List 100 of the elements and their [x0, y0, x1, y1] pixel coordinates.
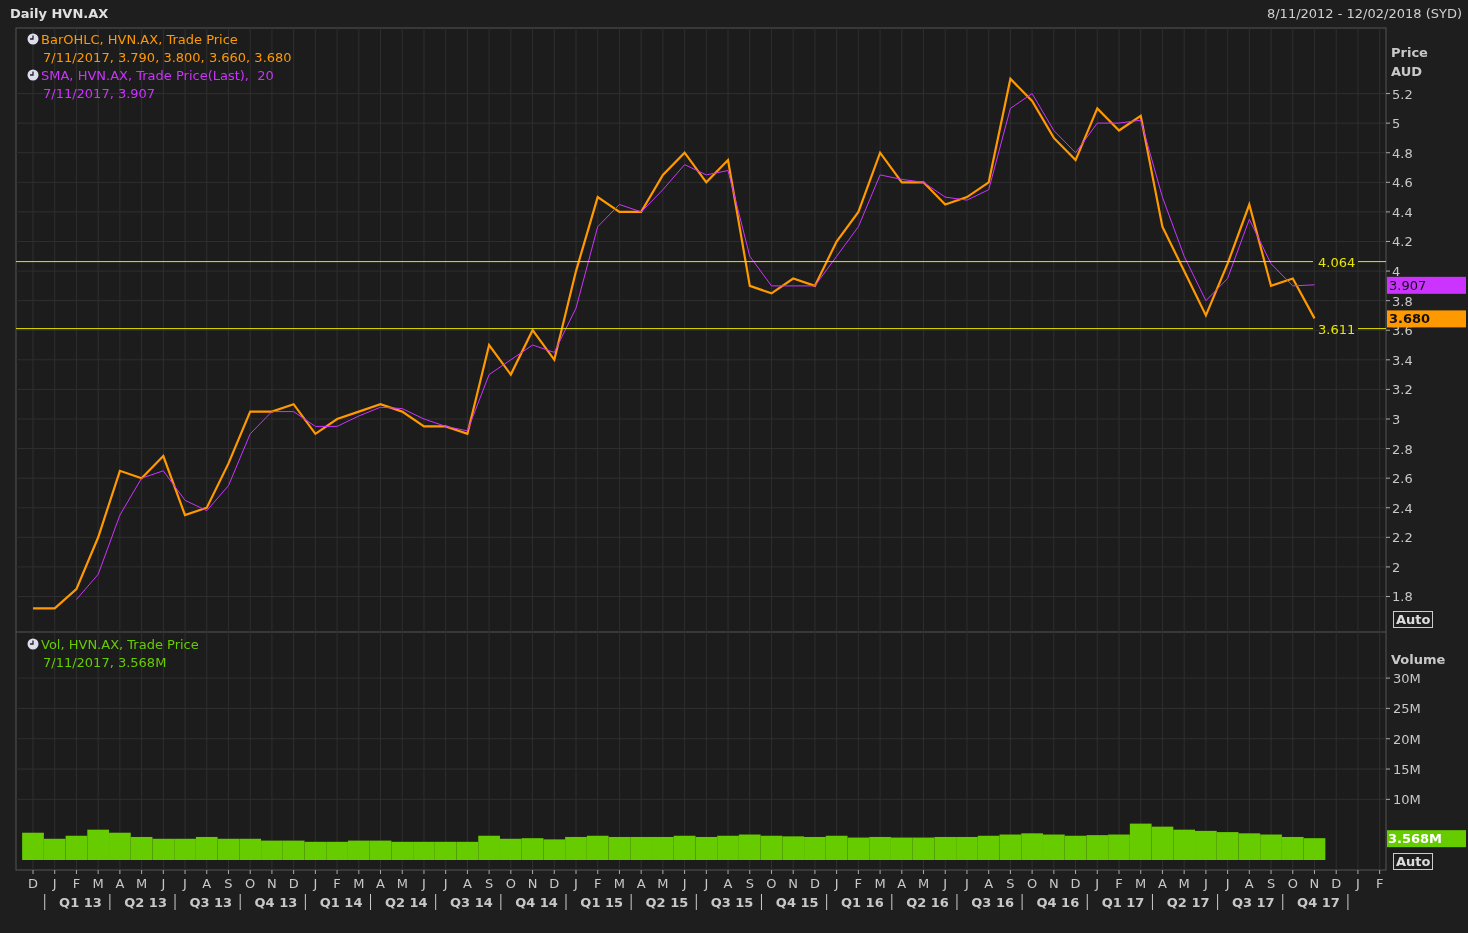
last-value-tag: 3.680: [1387, 310, 1466, 328]
month-label: D: [809, 876, 820, 891]
legend-title: Vol, HVN.AX, Trade Price: [41, 636, 199, 654]
month-label: J: [943, 876, 948, 891]
month-label: F: [854, 876, 863, 891]
month-label: A: [462, 876, 472, 891]
month-label: S: [1006, 876, 1015, 891]
legend-title: SMA, HVN.AX, Trade Price(Last), 20: [41, 67, 274, 85]
axis-tick-label: 20M: [1393, 731, 1421, 747]
month-label: D: [1070, 876, 1081, 891]
axis-tick-label: 3.4: [1392, 352, 1413, 368]
month-label: M: [657, 876, 669, 891]
axis-tick-label: 2.2: [1392, 530, 1413, 546]
month-label: F: [333, 876, 341, 891]
month-label: A: [636, 876, 646, 891]
axis-title: Volume: [1391, 652, 1446, 667]
legend-reading: 7/11/2017, 3.568M: [42, 654, 168, 672]
quarter-label: Q2 15: [645, 895, 689, 910]
legend-reading: 7/11/2017, 3.790, 3.800, 3.660, 3.680: [42, 49, 292, 67]
month-label: J: [52, 876, 57, 891]
level-label: 3.611: [1318, 321, 1356, 337]
axis-title: Price: [1391, 45, 1428, 60]
quarter-label: Q3 16: [971, 895, 1015, 910]
quarter-label: Q3 15: [710, 895, 754, 910]
month-label: F: [594, 876, 602, 891]
month-label: J: [313, 876, 318, 891]
month-label: F: [1115, 876, 1123, 891]
month-label: A: [723, 876, 733, 891]
axis-tick-label: 25M: [1393, 701, 1421, 717]
month-label: D: [549, 876, 560, 891]
quarter-label: Q3 13: [189, 895, 233, 910]
legend-title: BarOHLC, HVN.AX, Trade Price: [41, 31, 239, 49]
axis-tick-label: 1.8: [1392, 589, 1413, 605]
month-label: O: [1287, 876, 1298, 891]
month-label: S: [224, 876, 233, 891]
quarter-label: Q1 13: [59, 895, 102, 910]
axis-tick-label: 10M: [1393, 792, 1421, 808]
month-label: M: [396, 876, 408, 891]
month-label: A: [376, 876, 385, 891]
month-label: J: [1225, 876, 1230, 891]
month-label: J: [704, 876, 709, 891]
quarter-label: Q2 17: [1166, 895, 1210, 910]
month-label: M: [874, 876, 886, 891]
level-label: 4.064: [1318, 254, 1356, 270]
month-label: S: [1266, 876, 1276, 891]
month-label: A: [1158, 876, 1167, 891]
month-label: J: [682, 876, 687, 891]
month-label: J: [183, 876, 187, 891]
month-label: A: [202, 876, 212, 891]
month-label: O: [505, 876, 516, 891]
month-label: N: [1048, 876, 1059, 891]
month-label: D: [288, 876, 299, 891]
chart-title: Daily HVN.AX: [10, 6, 109, 21]
axis-tick-label: 4.6: [1392, 175, 1413, 191]
month-label: J: [422, 876, 426, 891]
legend-reading: 7/11/2017, 3.907: [42, 85, 157, 103]
month-label: O: [1027, 876, 1038, 891]
axis-tick-label: 4.4: [1392, 204, 1413, 220]
month-label: M: [613, 876, 626, 891]
month-label: A: [984, 876, 994, 891]
month-label: A: [1244, 876, 1254, 891]
month-label: A: [115, 876, 125, 891]
date-range: 8/11/2012 - 12/02/2018 (SYD): [1266, 6, 1462, 21]
axis-tick-label: 2.8: [1392, 441, 1413, 457]
quarter-label: Q3 17: [1231, 895, 1275, 910]
quarter-label: Q1 16: [841, 895, 884, 910]
month-label: J: [1203, 876, 1208, 891]
month-label: O: [245, 876, 256, 891]
quarter-label: Q1 15: [580, 895, 624, 910]
quarter-label: Q4 13: [254, 895, 298, 910]
month-label: D: [1331, 876, 1342, 891]
month-label: N: [788, 876, 799, 891]
month-label: N: [267, 876, 277, 891]
quarter-label: Q2 13: [124, 895, 167, 910]
month-label: F: [72, 876, 81, 891]
last-value-tag: 3.568M: [1387, 830, 1466, 848]
quarter-label: Q4 17: [1297, 895, 1340, 910]
axis-tick-label: 15M: [1393, 762, 1421, 778]
month-label: S: [485, 876, 494, 891]
axis-tick-label: 30M: [1393, 671, 1421, 687]
month-label: J: [965, 876, 969, 891]
axis-title: AUD: [1391, 64, 1422, 79]
axis-tick-label: 2: [1392, 559, 1401, 575]
axis-tick-label: 3.8: [1392, 293, 1413, 309]
quarter-label: Q1 17: [1101, 895, 1145, 910]
month-label: M: [136, 876, 148, 891]
axis-tick-label: 5.2: [1392, 86, 1413, 102]
axis-tick-label: 4.8: [1392, 145, 1413, 161]
month-label: O: [766, 876, 777, 891]
quarter-label: Q3 14: [450, 895, 493, 910]
quarter-label: Q1 14: [319, 895, 363, 910]
quarter-label: Q4 16: [1036, 895, 1080, 910]
month-label: S: [745, 876, 754, 891]
month-label: M: [1178, 876, 1190, 891]
quarter-label: Q4 14: [515, 895, 558, 910]
month-label: J: [1356, 876, 1360, 891]
month-label: A: [897, 876, 907, 891]
month-label: D: [28, 876, 38, 891]
axis-tick-label: 5: [1392, 116, 1401, 132]
month-label: M: [1135, 876, 1147, 891]
